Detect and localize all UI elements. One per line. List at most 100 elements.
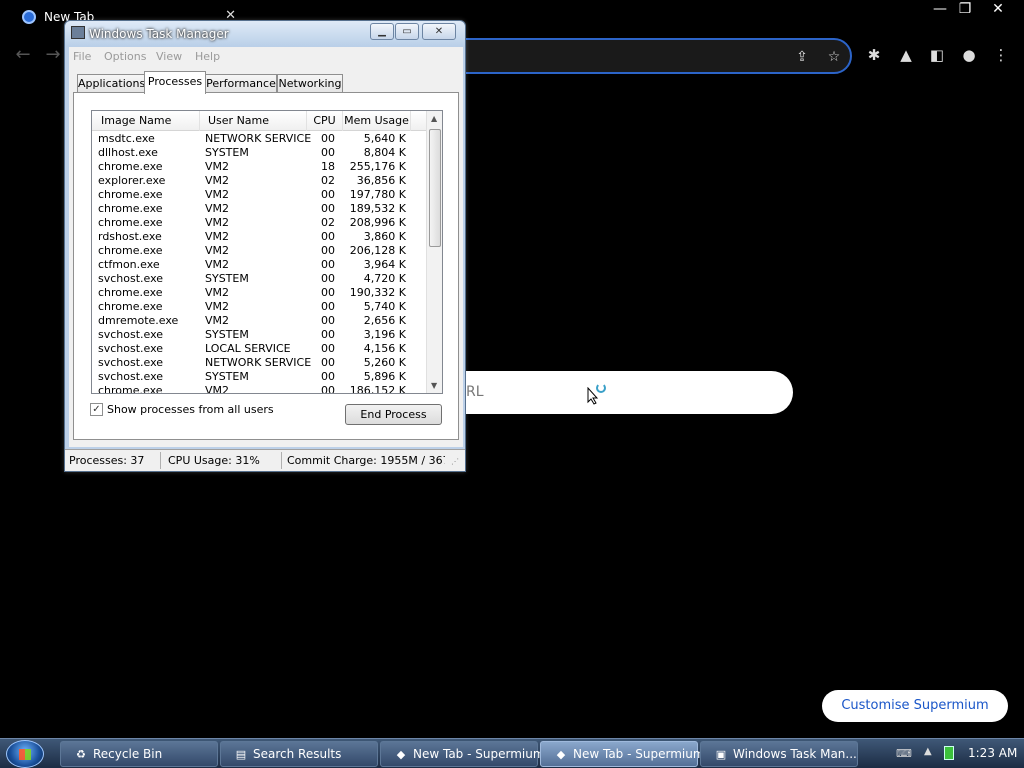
process-user-name: VM2 bbox=[205, 384, 230, 394]
end-process-button[interactable]: End Process bbox=[345, 404, 442, 425]
taskbar-clock[interactable]: 1:23 AM bbox=[968, 746, 1017, 760]
taskbar: ♻ Recycle Bin ▤ Search Results ◆ New Tab… bbox=[0, 738, 1024, 768]
network-status-icon[interactable] bbox=[944, 746, 954, 760]
tm-maximize-icon[interactable]: ▭ bbox=[395, 23, 419, 40]
process-mem-usage: 4,720 K bbox=[363, 272, 406, 285]
taskbar-item-label: New Tab - Supermium bbox=[413, 747, 545, 761]
process-row[interactable]: chrome.exe VM2 02 208,996 K bbox=[92, 216, 426, 230]
task-manager-window: Windows Task Manager ▁ ▭ ✕ File Options … bbox=[64, 20, 466, 472]
process-user-name: SYSTEM bbox=[205, 146, 249, 159]
task-manager-titlebar[interactable]: Windows Task Manager ▁ ▭ ✕ bbox=[65, 21, 465, 47]
process-row[interactable]: ctfmon.exe VM2 00 3,964 K bbox=[92, 258, 426, 272]
process-mem-usage: 5,260 K bbox=[363, 356, 406, 369]
process-row[interactable]: chrome.exe VM2 00 189,532 K bbox=[92, 202, 426, 216]
process-list-header: Image Name User Name CPU Mem Usage bbox=[92, 111, 426, 131]
tm-minimize-icon[interactable]: ▁ bbox=[370, 23, 394, 40]
process-row[interactable]: svchost.exe SYSTEM 00 4,720 K bbox=[92, 272, 426, 286]
process-row[interactable]: chrome.exe VM2 00 197,780 K bbox=[92, 188, 426, 202]
start-button[interactable] bbox=[6, 740, 44, 768]
taskbar-item-new-tab-2[interactable]: ◆ New Tab - Supermium bbox=[540, 741, 705, 767]
process-cpu: 00 bbox=[321, 146, 335, 159]
process-mem-usage: 255,176 K bbox=[349, 160, 406, 173]
process-row[interactable]: svchost.exe LOCAL SERVICE 00 4,156 K bbox=[92, 342, 426, 356]
scroll-down-arrow-icon[interactable]: ▼ bbox=[431, 381, 437, 390]
kebab-menu-icon[interactable]: ⋮ bbox=[990, 44, 1012, 66]
process-row[interactable]: chrome.exe VM2 00 190,332 K bbox=[92, 286, 426, 300]
tm-close-icon[interactable]: ✕ bbox=[422, 23, 456, 40]
process-list: Image Name User Name CPU Mem Usage msdtc… bbox=[91, 110, 443, 394]
windows-logo-icon bbox=[19, 749, 31, 760]
tab-processes[interactable]: Processes bbox=[144, 71, 206, 94]
process-row[interactable]: svchost.exe SYSTEM 00 3,196 K bbox=[92, 328, 426, 342]
process-cpu: 00 bbox=[321, 314, 335, 327]
process-user-name: VM2 bbox=[205, 160, 230, 173]
process-row[interactable]: chrome.exe VM2 00 206,128 K bbox=[92, 244, 426, 258]
ntp-search-box[interactable]: RL bbox=[440, 371, 793, 414]
keyboard-icon[interactable]: ⌨ bbox=[896, 747, 912, 760]
show-hidden-icons-icon[interactable]: ▲ bbox=[924, 746, 932, 757]
resize-grip-icon[interactable]: ⋰ bbox=[451, 457, 459, 466]
col-image-name[interactable]: Image Name bbox=[92, 111, 200, 131]
process-row[interactable]: explorer.exe VM2 02 36,856 K bbox=[92, 174, 426, 188]
process-row[interactable]: dmremote.exe VM2 00 2,656 K bbox=[92, 314, 426, 328]
process-image-name: chrome.exe bbox=[98, 286, 163, 299]
process-cpu: 00 bbox=[321, 132, 335, 145]
back-arrow-icon[interactable]: ← bbox=[12, 44, 34, 66]
side-panel-icon[interactable]: ◧ bbox=[926, 44, 948, 66]
status-divider bbox=[281, 452, 282, 469]
taskbar-item-search-results[interactable]: ▤ Search Results bbox=[220, 741, 378, 767]
tab-performance[interactable]: Performance bbox=[205, 74, 277, 93]
menu-help[interactable]: Help bbox=[195, 50, 220, 63]
menu-file[interactable]: File bbox=[73, 50, 91, 63]
process-cpu: 00 bbox=[321, 356, 335, 369]
share-icon[interactable]: ⇪ bbox=[793, 48, 811, 66]
process-cpu: 02 bbox=[321, 216, 335, 229]
taskbar-item-task-manager[interactable]: ▣ Windows Task Man... bbox=[700, 741, 858, 767]
extensions-puzzle-icon[interactable]: ✱ bbox=[863, 44, 885, 66]
close-window-icon[interactable]: ✕ bbox=[983, 0, 1013, 18]
profile-avatar-icon[interactable]: ● bbox=[958, 44, 980, 66]
taskbar-item-label: New Tab - Supermium bbox=[573, 747, 705, 761]
process-mem-usage: 4,156 K bbox=[363, 342, 406, 355]
checkbox-check-icon[interactable]: ✓ bbox=[90, 403, 103, 416]
process-image-name: chrome.exe bbox=[98, 160, 163, 173]
process-row[interactable]: svchost.exe SYSTEM 00 5,896 K bbox=[92, 370, 426, 384]
process-row[interactable]: chrome.exe VM2 00 186,152 K bbox=[92, 384, 426, 394]
tab-applications[interactable]: Applications bbox=[77, 74, 145, 93]
process-cpu: 00 bbox=[321, 202, 335, 215]
process-row[interactable]: msdtc.exe NETWORK SERVICE 00 5,640 K bbox=[92, 132, 426, 146]
process-image-name: chrome.exe bbox=[98, 188, 163, 201]
process-cpu: 00 bbox=[321, 342, 335, 355]
taskbar-item-recycle-bin[interactable]: ♻ Recycle Bin bbox=[60, 741, 218, 767]
taskbar-item-label: Search Results bbox=[253, 747, 342, 761]
menu-view[interactable]: View bbox=[156, 50, 182, 63]
process-user-name: VM2 bbox=[205, 188, 230, 201]
restore-icon[interactable]: ❐ bbox=[950, 0, 980, 18]
process-list-scrollbar[interactable]: ▲ ▼ bbox=[426, 111, 442, 393]
process-row[interactable]: chrome.exe VM2 00 5,740 K bbox=[92, 300, 426, 314]
scroll-thumb[interactable] bbox=[429, 129, 441, 247]
scroll-up-arrow-icon[interactable]: ▲ bbox=[431, 114, 437, 123]
process-row[interactable]: chrome.exe VM2 18 255,176 K bbox=[92, 160, 426, 174]
process-row[interactable]: svchost.exe NETWORK SERVICE 00 5,260 K bbox=[92, 356, 426, 370]
busy-spinner-icon bbox=[596, 383, 606, 393]
col-user-name[interactable]: User Name bbox=[200, 111, 307, 131]
taskbar-item-new-tab-1[interactable]: ◆ New Tab - Supermium bbox=[380, 741, 545, 767]
address-bar[interactable]: ⇪ ☆ bbox=[440, 38, 852, 74]
process-row[interactable]: dllhost.exe SYSTEM 00 8,804 K bbox=[92, 146, 426, 160]
forward-arrow-icon[interactable]: → bbox=[42, 44, 64, 66]
bookmark-star-icon[interactable]: ☆ bbox=[825, 48, 843, 66]
process-image-name: chrome.exe bbox=[98, 216, 163, 229]
process-user-name: VM2 bbox=[205, 174, 230, 187]
col-mem-usage[interactable]: Mem Usage bbox=[343, 111, 411, 131]
tab-networking[interactable]: Networking bbox=[277, 74, 343, 93]
customise-button[interactable]: Customise Supermium bbox=[822, 690, 1008, 722]
col-cpu[interactable]: CPU bbox=[307, 111, 343, 131]
lab-flask-icon[interactable]: ▲ bbox=[895, 44, 917, 66]
menu-options[interactable]: Options bbox=[104, 50, 146, 63]
process-user-name: VM2 bbox=[205, 244, 230, 257]
desktop: New Tab ✕ — ❐ ✕ ← → ⇪ ☆ ✱ ▲ ◧ ● ⋮ RL Cus… bbox=[0, 0, 1024, 768]
process-row[interactable]: rdshost.exe VM2 00 3,860 K bbox=[92, 230, 426, 244]
process-image-name: msdtc.exe bbox=[98, 132, 155, 145]
task-manager-menubar: File Options View Help bbox=[69, 47, 463, 67]
